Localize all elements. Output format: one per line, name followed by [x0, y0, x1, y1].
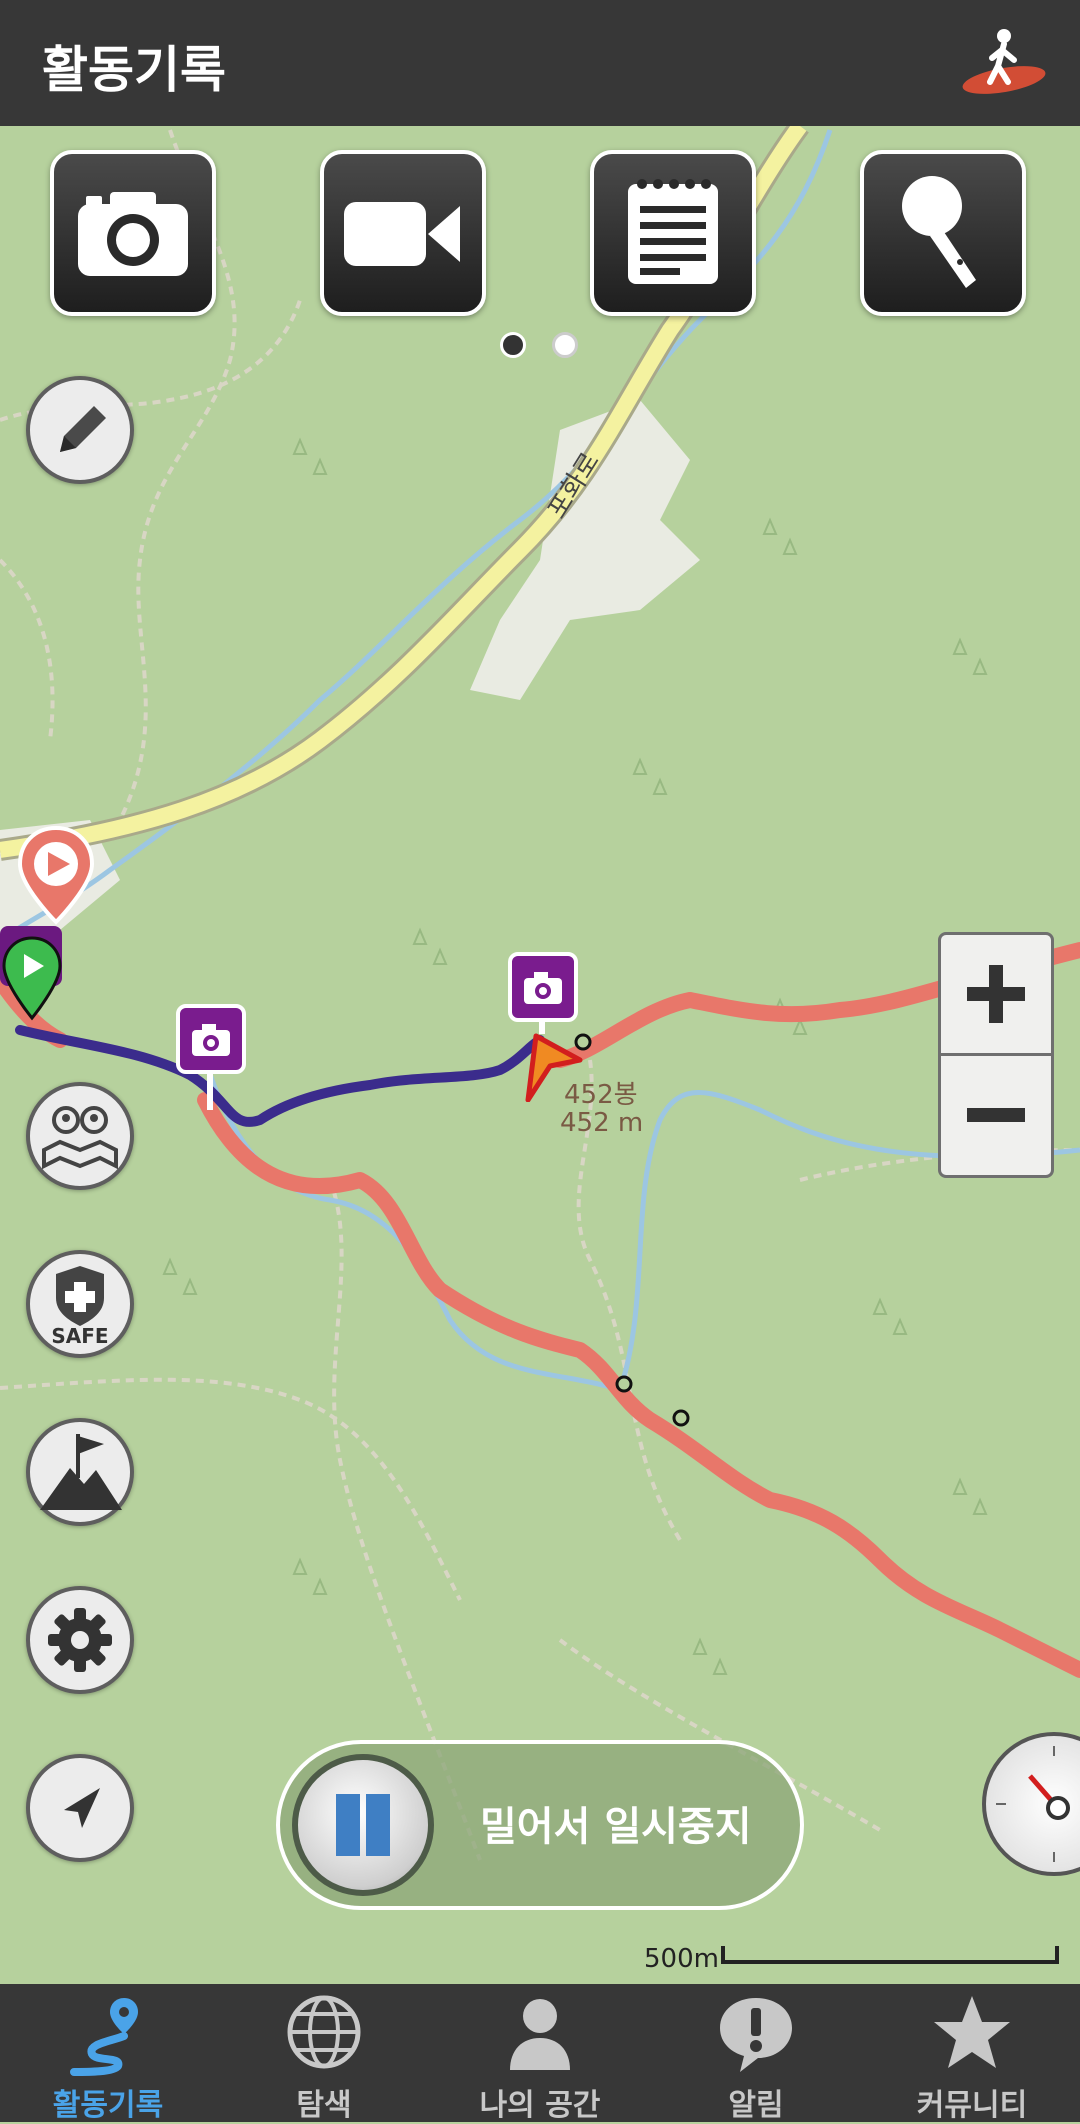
nav-label: 활동기록 — [52, 2088, 164, 2123]
compass[interactable] — [982, 1732, 1080, 1876]
pause-slider-knob[interactable] — [292, 1754, 434, 1896]
navigation-arrow-icon — [64, 1788, 100, 1828]
video-button[interactable] — [320, 150, 486, 316]
camera-icon — [78, 192, 188, 276]
zoom-control — [938, 932, 1054, 1178]
page-indicator-active[interactable] — [500, 332, 526, 358]
nav-label: 탐색 — [296, 2088, 352, 2123]
people-map-button[interactable] — [26, 1082, 134, 1190]
person-icon — [510, 1999, 570, 2070]
gear-icon — [48, 1608, 112, 1672]
zoom-out-button[interactable] — [941, 1056, 1051, 1174]
edit-button[interactable] — [26, 376, 134, 484]
minus-icon — [967, 1108, 1025, 1122]
nav-community[interactable]: 커뮤니티 — [864, 1984, 1080, 2123]
map-scale-label: 500m — [644, 1944, 719, 1974]
my-location-button[interactable] — [26, 1754, 134, 1862]
pause-icon — [336, 1794, 390, 1856]
notepad-icon — [628, 179, 718, 284]
memo-button[interactable] — [590, 150, 756, 316]
pause-slider-label: 밀어서 일시중지 — [480, 1804, 752, 1850]
safe-label: SAFE — [51, 1324, 109, 1348]
pause-slider[interactable]: 밀어서 일시중지 — [276, 1740, 804, 1910]
page-indicator[interactable] — [552, 332, 578, 358]
voice-button[interactable] — [860, 150, 1026, 316]
app-header: 활동기록 — [0, 0, 1080, 126]
summit-button[interactable] — [26, 1418, 134, 1526]
safe-button[interactable]: SAFE — [26, 1250, 134, 1358]
map-scale-bar — [720, 1946, 1060, 1966]
map-view[interactable]: 포화로 452봉 452 m — [0, 126, 1080, 1984]
page-title: 활동기록 — [42, 41, 226, 99]
nav-label: 커뮤니티 — [916, 2088, 1028, 2123]
compass-icon — [996, 1746, 1070, 1862]
mountain-flag-icon — [40, 1434, 122, 1510]
hiker-icon[interactable] — [958, 22, 1050, 102]
video-camera-icon — [344, 202, 460, 266]
camera-button[interactable] — [50, 150, 216, 316]
nav-my-space[interactable]: 나의 공간 — [432, 1984, 648, 2123]
alert-bubble-icon — [720, 1998, 792, 2072]
peak-elevation-label: 452 m — [560, 1108, 644, 1138]
zoom-in-button[interactable] — [941, 935, 1051, 1053]
people-map-icon — [42, 1106, 118, 1170]
star-icon — [934, 1996, 1010, 2068]
settings-button[interactable] — [26, 1586, 134, 1694]
pencil-icon — [60, 406, 106, 452]
bottom-navigation: 활동기록 탐색 나의 공간 알림 커뮤니티 — [0, 1984, 1080, 2123]
microphone-icon — [902, 176, 976, 288]
nav-label: 나의 공간 — [479, 2088, 601, 2123]
nav-notifications[interactable]: 알림 — [648, 1984, 864, 2123]
nav-explore[interactable]: 탐색 — [216, 1984, 432, 2123]
plus-icon — [967, 965, 1025, 1023]
nav-label: 알림 — [728, 2088, 784, 2123]
globe-icon — [287, 1995, 361, 2069]
route-pin-icon — [70, 1998, 138, 2076]
nav-activity-log[interactable]: 활동기록 — [0, 1984, 216, 2123]
